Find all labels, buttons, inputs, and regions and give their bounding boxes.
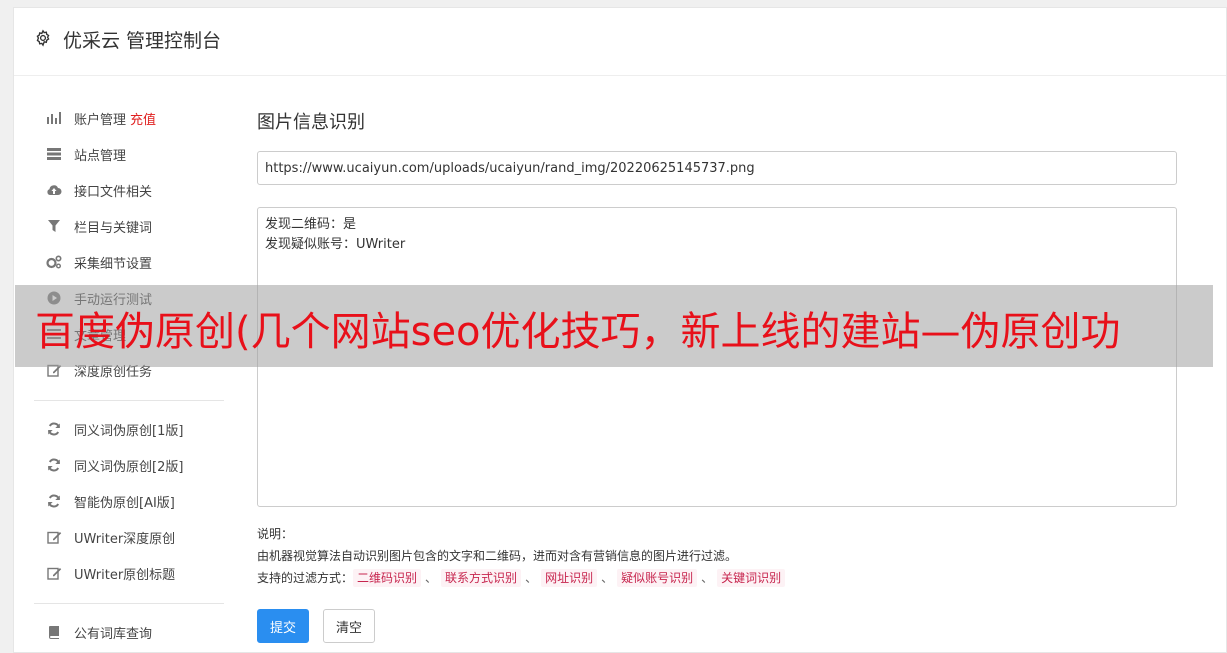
edit-icon bbox=[45, 565, 63, 581]
sidebar-divider bbox=[34, 400, 224, 401]
filter-separator: 、 bbox=[701, 571, 714, 585]
filter-icon bbox=[45, 218, 63, 234]
sidebar: 账户管理充值站点管理接口文件相关栏目与关键词采集细节设置手动运行测试文章管理深度… bbox=[34, 100, 224, 650]
recharge-badge[interactable]: 充值 bbox=[130, 109, 156, 128]
refresh-icon bbox=[45, 457, 63, 473]
clear-button[interactable]: 清空 bbox=[323, 609, 376, 643]
filter-separator: 、 bbox=[601, 571, 614, 585]
book-icon bbox=[45, 624, 63, 640]
notes-description: 由机器视觉算法自动识别图片包含的文字和二维码，进而对含有营销信息的图片进行过滤。 bbox=[257, 549, 738, 563]
filters-label: 支持的过滤方式： bbox=[257, 571, 354, 585]
sidebar-item[interactable]: 栏目与关键词 bbox=[34, 208, 224, 244]
sidebar-item-label: 账户管理 bbox=[74, 112, 127, 128]
section-title: 图片信息识别 bbox=[257, 112, 365, 133]
sidebar-item-label: 接口文件相关 bbox=[74, 184, 153, 200]
filter-tag: 疑似账号识别 bbox=[617, 569, 698, 587]
cogs-icon bbox=[45, 254, 63, 270]
sidebar-item[interactable]: 公有词库查询 bbox=[34, 614, 224, 650]
sidebar-divider bbox=[34, 603, 224, 604]
bar-chart-icon bbox=[45, 110, 63, 126]
filter-tag: 关键词识别 bbox=[717, 569, 786, 587]
sidebar-item[interactable]: 站点管理 bbox=[34, 136, 224, 172]
sidebar-item[interactable]: UWriter深度原创 bbox=[34, 519, 224, 555]
image-url-input[interactable] bbox=[257, 151, 1177, 185]
submit-button[interactable]: 提交 bbox=[257, 609, 310, 643]
cloud-upload-icon bbox=[45, 182, 63, 198]
sidebar-item[interactable]: 智能伪原创[AI版] bbox=[34, 483, 224, 519]
sidebar-item-label: 栏目与关键词 bbox=[74, 220, 153, 236]
sidebar-item-label: UWriter原创标题 bbox=[74, 567, 176, 583]
header: 优采云 管理控制台 bbox=[14, 8, 1226, 76]
sidebar-item[interactable]: UWriter原创标题 bbox=[34, 555, 224, 591]
banner-text: 百度伪原创(几个网站seo优化技巧，新上线的建站—伪原创功 bbox=[35, 309, 1121, 355]
sidebar-item-label: 智能伪原创[AI版] bbox=[74, 495, 175, 511]
notes-heading: 说明： bbox=[257, 527, 294, 541]
sidebar-item-label: 公有词库查询 bbox=[74, 626, 153, 642]
filters-line: 支持的过滤方式： 二维码识别、联系方式识别、网址识别、疑似账号识别、关键词识别 bbox=[257, 567, 1177, 589]
sidebar-item-label: 站点管理 bbox=[74, 148, 127, 164]
filter-tag: 联系方式识别 bbox=[441, 569, 522, 587]
gear-icon bbox=[36, 29, 50, 47]
filter-tag: 二维码识别 bbox=[353, 569, 422, 587]
notes: 说明： 由机器视觉算法自动识别图片包含的文字和二维码，进而对含有营销信息的图片进… bbox=[257, 523, 1177, 589]
sidebar-item[interactable]: 同义词伪原创[1版] bbox=[34, 411, 224, 447]
action-bar: 提交 清空 bbox=[257, 609, 1177, 643]
page-title: 优采云 管理控制台 bbox=[63, 30, 222, 52]
refresh-icon bbox=[45, 493, 63, 509]
sidebar-item[interactable]: 同义词伪原创[2版] bbox=[34, 447, 224, 483]
sidebar-item[interactable]: 采集细节设置 bbox=[34, 244, 224, 280]
sidebar-item[interactable]: 账户管理 充值 bbox=[34, 100, 224, 136]
sidebar-item-label: 采集细节设置 bbox=[74, 256, 153, 272]
refresh-icon bbox=[45, 421, 63, 437]
sidebar-item-label: 同义词伪原创[1版] bbox=[74, 423, 184, 439]
sidebar-item-label: 同义词伪原创[2版] bbox=[74, 459, 184, 475]
sidebar-item-label: UWriter深度原创 bbox=[74, 531, 176, 547]
overlay-banner: 百度伪原创(几个网站seo优化技巧，新上线的建站—伪原创功 bbox=[15, 285, 1213, 367]
edit-icon bbox=[45, 529, 63, 545]
filter-tag: 网址识别 bbox=[541, 569, 598, 587]
filter-separator: 、 bbox=[525, 571, 538, 585]
main-content: 图片信息识别 发现二维码：是 发现疑似账号：UWriter 说明： 由机器视觉算… bbox=[257, 108, 1177, 643]
filter-separator: 、 bbox=[425, 571, 438, 585]
sidebar-item[interactable]: 接口文件相关 bbox=[34, 172, 224, 208]
server-icon bbox=[45, 146, 63, 162]
